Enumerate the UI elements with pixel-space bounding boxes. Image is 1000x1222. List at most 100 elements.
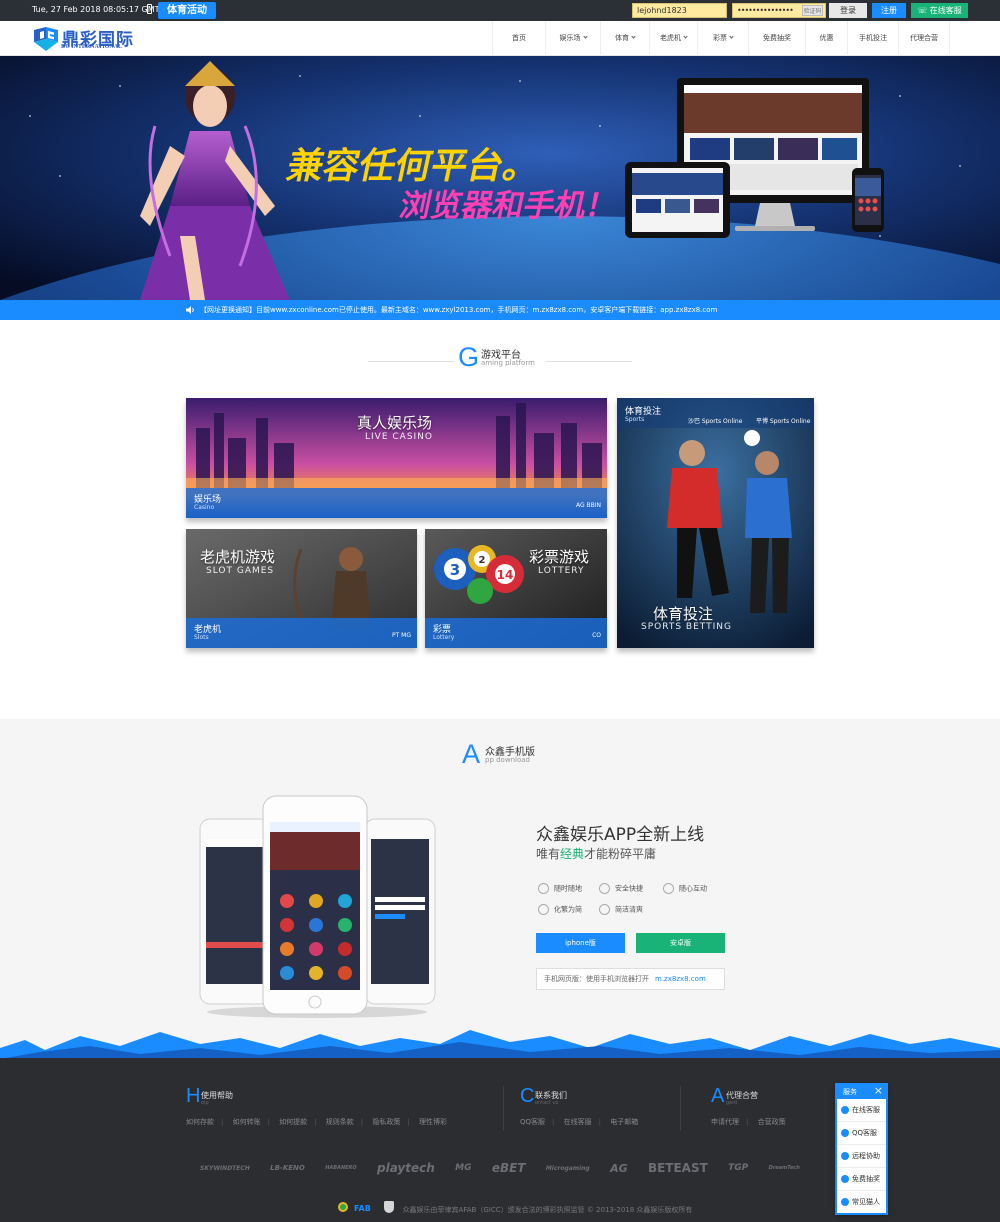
gaming-section-title: G 游戏平台 aming platform bbox=[368, 342, 632, 374]
logo-subtitle: DC INTERNATIONAL bbox=[61, 44, 123, 50]
feature-anywhere: 随时随地 bbox=[538, 883, 582, 894]
casino-card[interactable]: 真人娱乐场 LIVE CASINO 娱乐场 Casino AG BBIN bbox=[186, 398, 607, 518]
lottery-ball-2: 2 bbox=[479, 555, 486, 566]
register-button[interactable]: 注册 bbox=[872, 3, 906, 18]
person-icon bbox=[841, 1198, 849, 1206]
feature-label: 化繁为简 bbox=[554, 905, 582, 914]
leaf-icon bbox=[599, 904, 610, 915]
footer-link-apply-agent[interactable]: 申请代理 bbox=[711, 1118, 739, 1126]
notice-text[interactable]: 【网址更换通知】目前www.zxconline.com已停止使用。最新主域名：w… bbox=[200, 300, 717, 320]
nav-item-slots[interactable]: 老虎机 bbox=[649, 21, 697, 56]
lottery-card[interactable]: 3 2 14 彩票游戏 LOTTERY 彩票 Lottery CO bbox=[425, 529, 607, 648]
lottery-label-en: Lottery bbox=[433, 634, 455, 641]
mobile-icon[interactable] bbox=[147, 4, 152, 14]
username-input[interactable]: lejohnd1823 bbox=[632, 3, 727, 18]
footer-heading-en: gent bbox=[726, 1100, 738, 1106]
footer-heading-en: ontact us bbox=[535, 1100, 559, 1106]
footer-divider bbox=[503, 1086, 504, 1131]
headset-icon bbox=[841, 1106, 849, 1114]
banner-headline-line1: 兼容任何平台。 bbox=[283, 144, 544, 187]
feature-label: 简洁清爽 bbox=[615, 905, 643, 914]
mountain-divider bbox=[0, 1030, 1000, 1059]
app-subheadline: 唯有经典才能粉碎平庸 bbox=[536, 845, 656, 862]
nav-item-agent[interactable]: 代理合营 bbox=[898, 21, 950, 56]
sports-promo-button[interactable]: 体育活动 bbox=[158, 2, 216, 19]
android-download-button[interactable]: 安卓版 bbox=[636, 933, 725, 953]
casino-subtitle: LIVE CASINO bbox=[365, 432, 433, 442]
lottery-ball-3: 14 bbox=[497, 568, 514, 582]
nav-label: 体育 bbox=[615, 34, 629, 42]
title-divider bbox=[368, 361, 454, 362]
footer-link-withdraw[interactable]: 如何提款 bbox=[279, 1118, 307, 1126]
footer-link-deposit[interactable]: 如何存款 bbox=[186, 1118, 214, 1126]
footer-link-terms[interactable]: 规则条款 bbox=[326, 1118, 354, 1126]
lottery-ball-1: 3 bbox=[450, 561, 460, 579]
online-service-button[interactable]: ☏ 在线客服 bbox=[911, 3, 968, 18]
lottery-bar: 彩票 Lottery CO bbox=[425, 618, 607, 648]
service-item-label: QQ客服 bbox=[852, 1129, 878, 1137]
nav-item-free-draw[interactable]: 免费抽奖 bbox=[748, 21, 805, 56]
title-divider bbox=[546, 361, 632, 362]
nav-item-home[interactable]: 首页 bbox=[492, 21, 545, 56]
footer-link-agent-policy[interactable]: 合营政策 bbox=[758, 1118, 786, 1126]
captcha-image[interactable]: 验证码 bbox=[802, 5, 823, 16]
login-button[interactable]: 登录 bbox=[829, 3, 867, 18]
partner-logo: eBET bbox=[491, 1161, 526, 1175]
title-letter: G bbox=[458, 342, 480, 372]
footer-link-email[interactable]: 电子邮箱 bbox=[610, 1118, 638, 1126]
partner-logo: AG bbox=[610, 1161, 628, 1175]
app-sub-post: 才能粉碎平庸 bbox=[584, 847, 657, 861]
service-item-faq[interactable]: 常见猫人 bbox=[837, 1191, 886, 1214]
title-en: pp download bbox=[485, 756, 530, 764]
app-headline: 众鑫娱乐APP全新上线 bbox=[536, 825, 705, 845]
slots-title: 老虎机游戏 bbox=[200, 548, 276, 566]
main-nav: 首页 娱乐场 体育 老虎机 彩票 免费抽奖 优惠 手机投注 代理合营 bbox=[492, 21, 950, 56]
casino-bar: 娱乐场 Casino AG BBIN bbox=[186, 488, 607, 518]
partner-logo: MG bbox=[455, 1163, 472, 1173]
chevron-down-icon bbox=[729, 34, 734, 39]
iphone-download-button[interactable]: iphone版 bbox=[536, 933, 625, 953]
service-item-draw[interactable]: 免费抽奖 bbox=[837, 1168, 886, 1191]
nav-label: 优惠 bbox=[819, 34, 834, 42]
sports-top-bar: 体育投注 Sports 沙巴 Sports Online 平博 Sports O… bbox=[617, 398, 814, 428]
sports-provider-1: 沙巴 Sports Online bbox=[688, 418, 743, 425]
slots-subtitle: SLOT GAMES bbox=[206, 566, 275, 576]
casino-title: 真人娱乐场 bbox=[357, 414, 433, 432]
service-item-qq[interactable]: QQ客服 bbox=[837, 1122, 886, 1145]
footer-link-transfer[interactable]: 如何转账 bbox=[233, 1118, 261, 1126]
slots-providers: PT MG bbox=[391, 632, 411, 639]
nav-item-sports[interactable]: 体育 bbox=[600, 21, 649, 56]
close-icon[interactable]: × bbox=[874, 1084, 883, 1098]
footer-letter: C bbox=[520, 1085, 535, 1107]
footer-letter: H bbox=[186, 1085, 201, 1107]
footer-link-privacy[interactable]: 隐私政策 bbox=[372, 1118, 400, 1126]
slots-card[interactable]: 老虎机游戏 SLOT GAMES 老虎机 Slots PT MG bbox=[186, 529, 417, 648]
nav-label: 老虎机 bbox=[660, 34, 681, 42]
feature-label: 随心互动 bbox=[679, 884, 707, 893]
title-letter: A bbox=[462, 739, 481, 769]
sports-card[interactable]: 体育投注 Sports 沙巴 Sports Online 平博 Sports O… bbox=[617, 398, 814, 648]
nav-item-lottery[interactable]: 彩票 bbox=[697, 21, 748, 56]
footer-heading-en: elp bbox=[201, 1100, 209, 1106]
app-download-section: A 众鑫手机版 pp download 众鑫娱乐APP全新上线 唯有经典才能粉碎… bbox=[0, 719, 1000, 1059]
speaker-icon bbox=[186, 306, 194, 314]
hero-banner[interactable]: 兼容任何平台。 浏览器和手机！ bbox=[0, 56, 1000, 300]
service-item-remote[interactable]: 远程协助 bbox=[837, 1145, 886, 1168]
footer-link-qq[interactable]: QQ客服 bbox=[520, 1118, 545, 1126]
partner-logo: HABANERO bbox=[325, 1165, 357, 1171]
partner-logo: playtech bbox=[376, 1161, 435, 1175]
online-service-label: 在线客服 bbox=[929, 6, 962, 15]
nav-item-casino[interactable]: 娱乐场 bbox=[545, 21, 600, 56]
footer-contact-links: QQ客服 | 在线客服 | 电子邮箱 bbox=[520, 1118, 639, 1126]
site-logo[interactable]: 鼎彩国际 DC INTERNATIONAL bbox=[32, 25, 142, 53]
partner-logo: Microgaming bbox=[545, 1164, 590, 1172]
service-item-online[interactable]: 在线客服 bbox=[837, 1099, 886, 1122]
footer-link-online-service[interactable]: 在线客服 bbox=[564, 1118, 592, 1126]
casino-providers: AG BBIN bbox=[575, 502, 601, 509]
nav-item-promotions[interactable]: 优惠 bbox=[805, 21, 847, 56]
mobile-web-link[interactable]: m.zx8zx8.com bbox=[655, 975, 706, 983]
lottery-providers: CO bbox=[592, 632, 601, 639]
main-header: 鼎彩国际 DC INTERNATIONAL 首页 娱乐场 体育 老虎机 彩票 免… bbox=[0, 21, 1000, 56]
footer-link-responsible[interactable]: 理性博彩 bbox=[419, 1118, 447, 1126]
nav-item-mobile-bet[interactable]: 手机投注 bbox=[847, 21, 898, 56]
